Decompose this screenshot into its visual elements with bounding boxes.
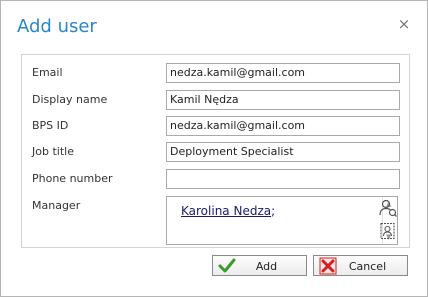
close-icon[interactable]: × <box>397 17 411 32</box>
manager-separator: ; <box>271 204 276 218</box>
cancel-button-label: Cancel <box>348 260 387 273</box>
manager-label: Manager <box>32 199 81 212</box>
manager-field[interactable]: Karolina Nedza; ▲ ▼ <box>166 196 398 245</box>
display-name-field[interactable] <box>166 90 400 110</box>
phone-row: Phone number <box>22 169 409 189</box>
user-search-icon[interactable] <box>378 198 398 218</box>
add-user-dialog: Add user × Email Display name BPS ID Job… <box>0 0 428 297</box>
form-panel: Email Display name BPS ID Job title Phon… <box>21 54 410 248</box>
cancel-button[interactable]: Cancel <box>313 255 408 276</box>
job-title-label: Job title <box>32 145 74 158</box>
email-label: Email <box>32 66 63 79</box>
phone-number-field[interactable] <box>166 169 400 189</box>
job-title-field[interactable] <box>166 142 400 162</box>
manager-entry[interactable]: Karolina Nedza; <box>181 204 275 218</box>
display-name-row: Display name <box>22 90 409 110</box>
phone-number-label: Phone number <box>32 172 113 185</box>
bps-id-label: BPS ID <box>32 119 69 132</box>
dialog-title: Add user <box>17 16 97 37</box>
manager-name[interactable]: Karolina Nedza <box>181 204 271 218</box>
address-book-icon[interactable] <box>378 221 398 241</box>
display-name-label: Display name <box>32 93 108 106</box>
job-title-row: Job title <box>22 142 409 162</box>
add-button-label: Add <box>255 260 278 273</box>
email-row: Email <box>22 63 409 83</box>
email-field[interactable] <box>166 63 400 83</box>
bps-id-row: BPS ID <box>22 116 409 136</box>
bps-id-field[interactable] <box>166 116 400 136</box>
add-button[interactable]: Add <box>212 255 307 276</box>
